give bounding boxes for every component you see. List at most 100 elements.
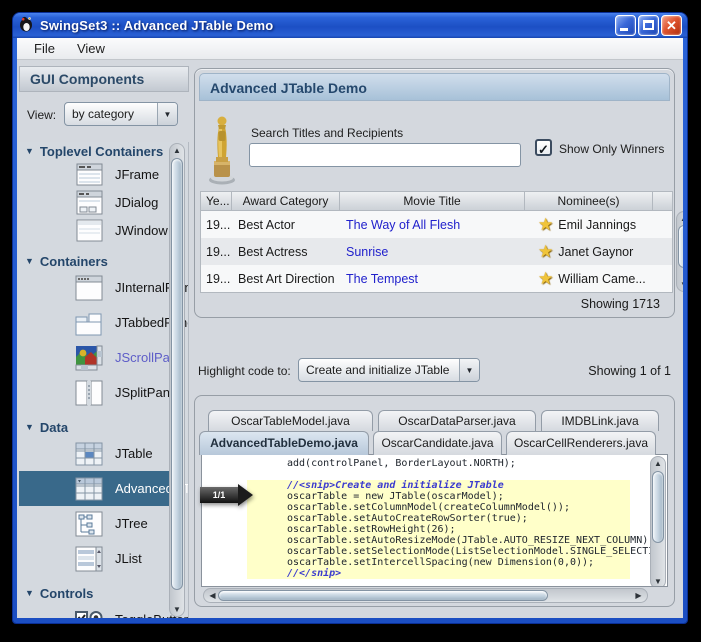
code-viewer[interactable]: add(controlPanel, BorderLayout.NORTH); /… <box>201 454 668 587</box>
tree-scrollbar-thumb[interactable] <box>171 158 183 590</box>
cell-movie-title-link[interactable]: The Tempest <box>341 272 526 286</box>
tab-oscardataparser-java[interactable]: OscarDataParser.java <box>378 410 536 431</box>
show-only-winners-checkbox[interactable] <box>535 139 552 156</box>
sidebar-item-jtabbedpane[interactable]: JTabbedPane <box>19 305 171 340</box>
tree-category-containers[interactable]: ▼Containers <box>19 252 171 270</box>
code-vertical-scrollbar[interactable]: ▲ ▼ <box>650 456 666 587</box>
winner-star-icon: ★ <box>538 215 553 235</box>
caret-down-icon: ▼ <box>25 588 34 598</box>
tab-advancedtabledemo-java[interactable]: AdvancedTableDemo.java <box>199 431 369 455</box>
maximize-button[interactable] <box>638 15 659 36</box>
code-line: oscarTable.setColumnModel(createColumnMo… <box>247 502 630 513</box>
show-only-winners-label: Show Only Winners <box>559 142 664 156</box>
search-label: Search Titles and Recipients <box>251 126 403 140</box>
sidebar-item-jtree[interactable]: JTree <box>19 506 171 541</box>
tree-category-toplevel-containers[interactable]: ▼Toplevel Containers <box>19 142 171 160</box>
caret-down-icon: ▼ <box>25 422 34 432</box>
tree-scrollbar[interactable]: ▲ ▼ <box>169 143 185 617</box>
menu-file[interactable]: File <box>25 39 64 58</box>
sidebar-item-jinternalframe[interactable]: JInternalFrame <box>19 270 171 305</box>
chevron-down-icon: ▼ <box>157 103 177 125</box>
cell-movie-title-link[interactable]: The Way of All Flesh <box>341 218 526 232</box>
sidebar-item-label: JDialog <box>115 195 158 210</box>
sidebar-item-jdialog[interactable]: JDialog <box>19 188 171 216</box>
tree-category-label: Data <box>40 420 68 435</box>
sidebar-item-label: JWindow <box>115 223 168 238</box>
table-row[interactable]: 19...Best ActressSunrise★Janet Gaynor <box>201 238 672 265</box>
code-line: oscarTable = new JTable(oscarModel); <box>247 491 630 502</box>
sidebar-item-jlist[interactable]: JList <box>19 541 171 576</box>
table-row[interactable]: 19...Best Art DirectionThe Tempest★Willi… <box>201 265 672 292</box>
close-icon: ✕ <box>662 16 681 35</box>
tree-category-data[interactable]: ▼ Data <box>19 418 171 436</box>
sidebar-item-jsplitpane[interactable]: JSplitPane <box>19 375 171 410</box>
view-label: View: <box>27 108 56 122</box>
cell-award-category: Best Actor <box>233 218 341 232</box>
tree-category-label: Controls <box>40 586 93 601</box>
highlight-code-value: Create and initialize JTable <box>299 363 459 377</box>
scroll-down-icon[interactable]: ▼ <box>677 278 683 291</box>
menu-view[interactable]: View <box>68 39 114 58</box>
oscar-table: Ye...Award CategoryMovie TitleNominee(s)… <box>200 191 673 293</box>
table-scrollbar[interactable]: ▲ ▼ <box>676 211 683 292</box>
code-scrollbar-thumb[interactable] <box>652 471 664 543</box>
snippet-marker-label: 1/1 <box>200 487 238 503</box>
tab-oscarcellrenderers-java[interactable]: OscarCellRenderers.java <box>506 431 656 455</box>
sidebar-item-jscrollpane[interactable]: JScrollPane <box>19 340 171 375</box>
table-row[interactable]: 19...Best ActorThe Way of All Flesh★Emil… <box>201 211 672 238</box>
code-hscrollbar-thumb[interactable] <box>218 590 548 601</box>
minimize-icon <box>620 28 628 31</box>
tree-category-label: Containers <box>40 254 108 269</box>
cell-year: 19... <box>201 245 233 259</box>
togglebuttons-icon <box>75 607 103 619</box>
app-duke-icon <box>18 15 35 37</box>
sidebar-item-jtable[interactable]: JTable <box>19 436 171 471</box>
source-code: add(controlPanel, BorderLayout.NORTH); /… <box>202 455 650 586</box>
jdialog-icon <box>75 189 103 215</box>
code-line: oscarTable.setSelectionMode(ListSelectio… <box>247 546 630 557</box>
cell-nominee: ★Janet Gaynor <box>526 242 654 262</box>
tree-category-controls[interactable]: ▼ Controls <box>19 584 171 602</box>
highlight-code-combobox[interactable]: Create and initialize JTable ▼ <box>298 358 480 382</box>
sidebar-item-togglebuttons[interactable]: ToggleButtons <box>19 602 171 618</box>
sidebar-item-advanced-jtable[interactable]: Advanced JTable <box>19 471 171 506</box>
column-header-nominee-s-[interactable]: Nominee(s) <box>525 191 653 211</box>
column-header-movie-title[interactable]: Movie Title <box>340 191 525 211</box>
tab-imdblink-java[interactable]: IMDBLink.java <box>541 410 659 431</box>
code-horizontal-scrollbar[interactable]: ◀ ▶ <box>203 588 648 603</box>
sidebar-item-jwindow[interactable]: JWindow <box>19 216 171 244</box>
column-header-award-category[interactable]: Award Category <box>232 191 340 211</box>
code-line: oscarTable.setAutoCreateRowSorter(true); <box>247 513 630 524</box>
scroll-up-icon[interactable]: ▲ <box>170 144 184 157</box>
sidebar-item-label: JTable <box>115 446 153 461</box>
view-combobox[interactable]: by category ▼ <box>64 102 178 126</box>
jtree-icon <box>75 511 103 537</box>
scroll-right-icon[interactable]: ▶ <box>632 589 645 602</box>
scroll-up-icon[interactable]: ▲ <box>677 212 683 225</box>
nominee-name: Emil Jannings <box>558 218 636 232</box>
column-header-ye-[interactable]: Ye... <box>200 191 232 211</box>
highlight-code-label: Highlight code to: <box>198 364 291 378</box>
scroll-up-icon[interactable]: ▲ <box>651 457 665 470</box>
sidebar-title: GUI Components <box>19 66 189 92</box>
demo-panel: Advanced JTable Demo <box>194 68 675 318</box>
tab-oscartablemodel-java[interactable]: OscarTableModel.java <box>208 410 373 431</box>
minimize-button[interactable] <box>615 15 636 36</box>
search-input[interactable] <box>249 143 521 167</box>
table-scrollbar-thumb[interactable] <box>678 225 683 268</box>
titlebar[interactable]: SwingSet3 :: Advanced JTable Demo ✕ <box>13 13 687 38</box>
scroll-down-icon[interactable]: ▼ <box>651 575 665 587</box>
scroll-down-icon[interactable]: ▼ <box>170 603 184 616</box>
component-tree: ▼Toplevel ContainersJFrameJDialogJWindow… <box>19 142 189 618</box>
tree-category-label: Toplevel Containers <box>40 144 163 159</box>
sidebar-item-jframe[interactable]: JFrame <box>19 160 171 188</box>
table-status: Showing 1713 <box>581 297 660 311</box>
code-line: oscarTable.setIntercellSpacing(new Dimen… <box>247 557 630 568</box>
window-title: SwingSet3 :: Advanced JTable Demo <box>40 18 273 33</box>
cell-movie-title-link[interactable]: Sunrise <box>341 245 526 259</box>
close-button[interactable]: ✕ <box>661 15 682 36</box>
cell-nominee: ★ Emil Jannings <box>526 215 654 235</box>
tab-oscarcandidate-java[interactable]: OscarCandidate.java <box>373 431 502 455</box>
advanced-jtable-icon <box>75 476 103 502</box>
desktop: SwingSet3 :: Advanced JTable Demo ✕ File… <box>0 0 701 642</box>
